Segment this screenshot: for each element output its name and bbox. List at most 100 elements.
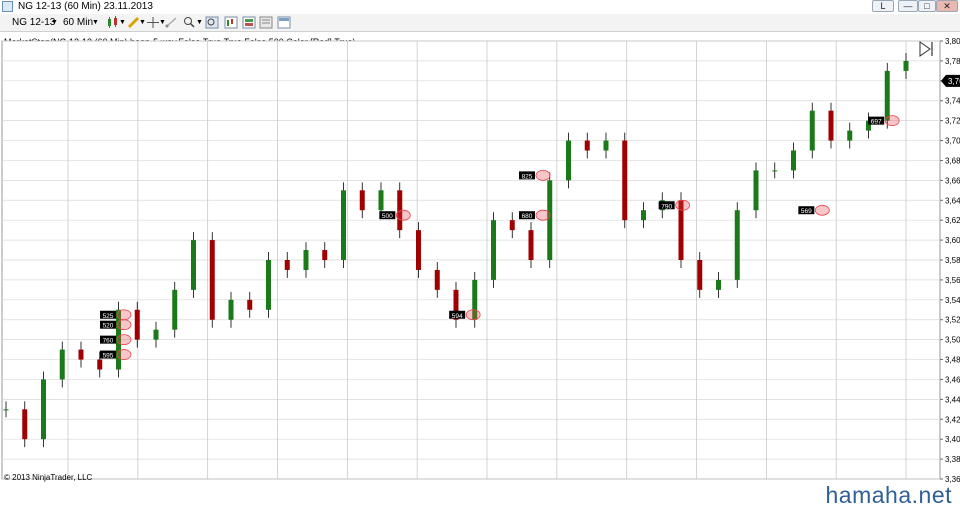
candle-body	[734, 210, 740, 280]
y-tick-label: 3,80	[945, 37, 960, 46]
stop-marker	[395, 209, 411, 221]
stop-marker	[814, 204, 830, 216]
chevron-down-icon[interactable]: ▼	[196, 19, 203, 26]
candle-body	[378, 190, 384, 211]
chart-toolbar: NG 12-13 ▼ 60 Min ▼ ▼ ▼ ▼ ▼	[0, 14, 960, 32]
candle-body	[97, 359, 103, 370]
candle-body	[528, 230, 534, 260]
price-chart[interactable]: 3,363,383,403,423,443,463,483,503,523,54…	[0, 33, 960, 483]
stop-label: 595	[103, 353, 114, 360]
interval-selector[interactable]: 60 Min	[63, 17, 93, 28]
y-tick-label: 3,60	[945, 236, 960, 245]
y-tick-label: 3,74	[945, 97, 960, 106]
chevron-down-icon[interactable]: ▼	[139, 19, 146, 26]
candle-body	[59, 349, 65, 380]
y-tick-label: 3,42	[945, 415, 960, 424]
candle-body	[509, 220, 515, 231]
stop-marker	[884, 115, 900, 127]
stop-label: 500	[382, 213, 393, 220]
candle-body	[191, 240, 196, 290]
candle-body	[584, 140, 590, 151]
y-tick-label: 3,50	[945, 336, 960, 345]
stop-marker	[465, 309, 481, 321]
candle-body	[266, 260, 271, 310]
l-button[interactable]: L	[872, 0, 894, 12]
stop-marker	[535, 169, 551, 181]
stop-label: 760	[103, 338, 114, 345]
stop-marker	[675, 199, 691, 211]
candle-body	[22, 409, 28, 440]
instrument-selector[interactable]: NG 12-13	[12, 17, 55, 28]
candle-body	[603, 140, 609, 151]
bar-type-icon[interactable]	[106, 16, 120, 29]
properties-icon[interactable]	[259, 16, 273, 29]
stop-marker	[116, 319, 132, 331]
candle-body	[716, 279, 721, 290]
candle-body	[697, 260, 703, 290]
y-tick-label: 3,72	[945, 117, 960, 126]
candle-body	[547, 180, 553, 260]
candle-body	[566, 140, 571, 181]
candle-body	[753, 170, 759, 211]
candle-body	[322, 250, 328, 260]
y-tick-label: 3,58	[945, 256, 960, 265]
candle-body	[622, 140, 628, 221]
candle-body	[172, 289, 178, 330]
chevron-down-icon[interactable]: ▼	[119, 19, 126, 26]
crosshair-icon[interactable]	[146, 16, 160, 29]
stop-label: 825	[522, 173, 533, 180]
y-tick-label: 3,78	[945, 57, 960, 66]
draw-tool-icon[interactable]	[164, 16, 178, 29]
candle-body	[828, 110, 834, 141]
stop-marker	[116, 309, 132, 321]
stop-marker	[116, 349, 132, 360]
candle-body	[284, 260, 290, 270]
stop-label: 520	[103, 323, 114, 330]
chevron-down-icon[interactable]: ▼	[51, 19, 58, 26]
y-tick-label: 3,56	[945, 276, 960, 285]
title-bar: NG 12-13 (60 Min) 23.11.2013 L — □ ✕	[0, 0, 960, 14]
magnifier-icon[interactable]	[205, 16, 219, 29]
stop-label: 790	[661, 203, 672, 210]
y-tick-label: 3,38	[945, 455, 960, 464]
stop-marker	[535, 209, 551, 221]
chevron-down-icon[interactable]: ▼	[92, 19, 99, 26]
stop-label: 594	[452, 313, 463, 320]
y-tick-label: 3,40	[945, 435, 960, 444]
y-tick-label: 3,44	[945, 395, 960, 404]
window-title: NG 12-13 (60 Min) 23.11.2013	[18, 1, 153, 12]
data-box-icon[interactable]	[277, 16, 291, 29]
candle-body	[228, 299, 234, 320]
y-tick-label: 3,52	[945, 316, 960, 325]
strategies-icon[interactable]	[242, 16, 256, 29]
last-price-label: 3,76	[948, 77, 960, 86]
y-tick-label: 3,68	[945, 156, 960, 165]
candle-body	[41, 379, 46, 440]
y-tick-label: 3,48	[945, 356, 960, 365]
close-button[interactable]: ✕	[936, 0, 958, 12]
candle-body	[153, 329, 159, 340]
candle-body	[847, 130, 853, 141]
stop-label: 525	[103, 313, 114, 320]
zoom-icon[interactable]	[182, 16, 196, 29]
candle-body	[303, 250, 309, 270]
candle-body	[791, 150, 796, 171]
y-tick-label: 3,54	[945, 296, 960, 305]
stop-label: 697	[871, 119, 882, 126]
copyright-text: © 2013 NinjaTrader, LLC	[4, 473, 93, 482]
candle-body	[247, 299, 253, 310]
candle-body	[3, 409, 9, 411]
candle-body	[416, 230, 421, 270]
y-tick-label: 3,46	[945, 375, 960, 384]
chart-window-icon	[2, 1, 13, 12]
candle-body	[491, 220, 496, 280]
candle-body	[641, 210, 646, 221]
stop-marker	[116, 334, 132, 346]
candle-body	[209, 240, 215, 320]
y-tick-label: 3,66	[945, 176, 960, 185]
minimize-button[interactable]: —	[898, 0, 918, 12]
indicators-icon[interactable]	[224, 16, 238, 29]
candle-body	[359, 190, 365, 211]
maximize-button[interactable]: □	[918, 0, 936, 12]
candle-body	[78, 349, 84, 360]
